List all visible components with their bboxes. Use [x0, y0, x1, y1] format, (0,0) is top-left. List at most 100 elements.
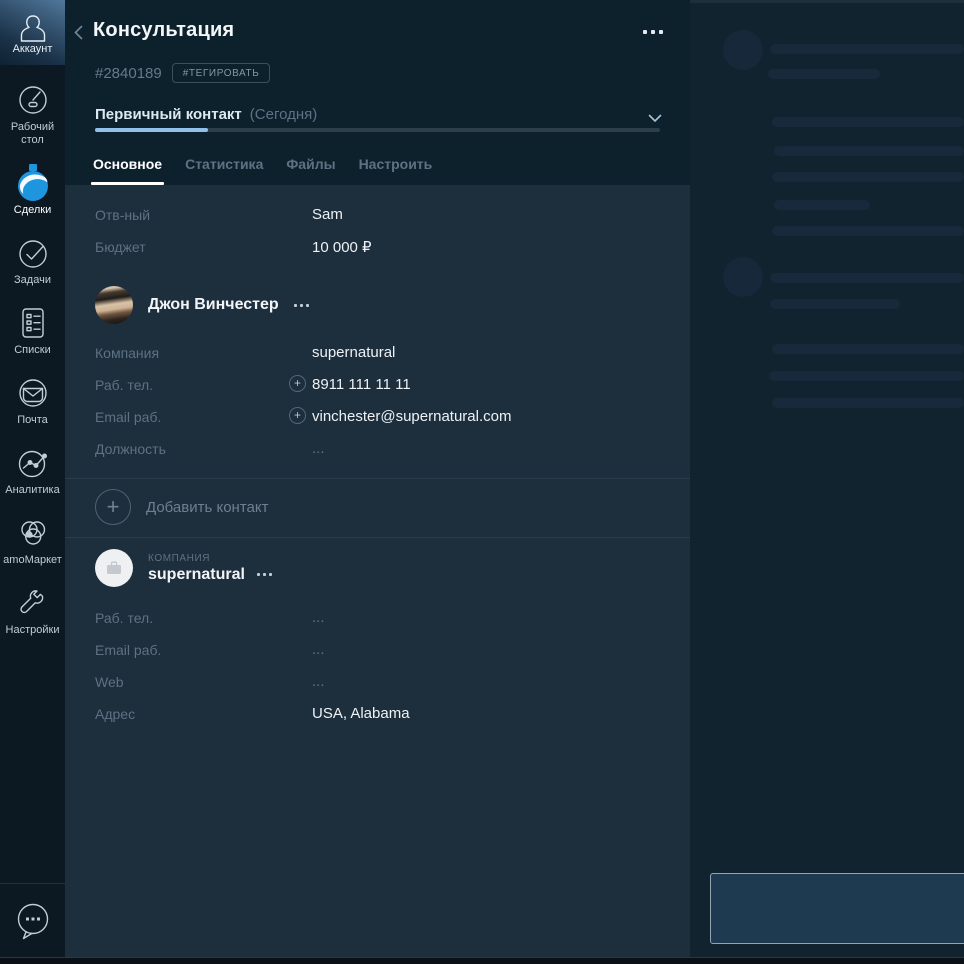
field-row[interactable]: Web ...: [95, 666, 690, 698]
deal-card-panel: Консультация #2840189 #ТЕГИРОВАТЬ Первич…: [65, 0, 690, 964]
company-avatar[interactable]: [95, 549, 133, 587]
add-email-icon[interactable]: +: [289, 407, 306, 424]
bottom-edge-bar: [0, 957, 964, 964]
stage-name: Первичный контакт: [95, 106, 242, 123]
skeleton-line: [772, 117, 964, 127]
field-label: Отв-ный: [95, 207, 151, 223]
stage-progress-fill: [95, 128, 208, 132]
sidebar-item-account[interactable]: Аккаунт: [0, 0, 65, 65]
tag-button[interactable]: #ТЕГИРОВАТЬ: [171, 63, 271, 83]
divider: [65, 537, 690, 538]
company-meta: КОМПАНИЯ supernatural: [148, 553, 272, 584]
field-label: Адрес: [95, 706, 136, 722]
field-label: Раб. тел.: [95, 610, 154, 626]
deal-id-row: #2840189 #ТЕГИРОВАТЬ: [95, 63, 271, 83]
field-row[interactable]: Email раб. ...: [95, 634, 690, 666]
analytics-icon: [15, 444, 51, 482]
field-value[interactable]: supernatural: [312, 344, 395, 361]
sidebar-item-settings[interactable]: Настройки: [0, 576, 65, 646]
field-label: Бюджет: [95, 239, 146, 255]
skeleton-line: [769, 371, 964, 381]
add-phone-icon[interactable]: +: [289, 375, 306, 392]
tab-files[interactable]: Файлы: [286, 153, 335, 184]
contact-menu-icon[interactable]: [293, 303, 309, 307]
field-value[interactable]: ...: [312, 609, 325, 626]
chevron-down-icon[interactable]: [648, 110, 662, 128]
dashboard-icon: [15, 81, 51, 119]
sidebar-item-mail[interactable]: Почта: [0, 366, 65, 436]
field-value[interactable]: USA, Alabama: [312, 705, 410, 722]
contact-name[interactable]: Джон Винчестер: [148, 296, 279, 314]
company-header[interactable]: КОМПАНИЯ supernatural: [95, 549, 272, 587]
tasks-icon: [15, 234, 51, 272]
field-value[interactable]: ...: [312, 673, 325, 690]
sidebar-item-dashboard[interactable]: Рабочий стол: [0, 73, 65, 156]
sidebar-item-analytics[interactable]: Аналитика: [0, 436, 65, 506]
skeleton-avatar: [723, 257, 763, 297]
tab-statistics[interactable]: Статистика: [185, 153, 263, 184]
field-value[interactable]: ...: [312, 641, 325, 658]
deals-icon: [15, 164, 51, 202]
field-value[interactable]: vinchester@supernatural.com: [312, 408, 511, 425]
pipeline-stage-row[interactable]: Первичный контакт (Сегодня): [95, 106, 317, 123]
skeleton-line: [772, 172, 964, 182]
field-row[interactable]: Раб. тел. ...: [95, 602, 690, 634]
skeleton-line: [774, 146, 964, 156]
sidebar-item-market[interactable]: amoМаркет: [0, 506, 65, 576]
sidebar-item-deals[interactable]: Сделки: [0, 156, 65, 226]
stage-progress-bar: [95, 128, 660, 132]
contact-header[interactable]: Джон Винчестер: [95, 286, 309, 324]
note-input[interactable]: [710, 873, 964, 944]
field-label: Компания: [95, 345, 160, 361]
plus-circle-icon: +: [95, 489, 131, 525]
briefcase-icon: [107, 561, 121, 574]
field-row[interactable]: Отв-ный Sam: [95, 199, 690, 231]
support-chat-button[interactable]: [0, 884, 65, 964]
field-row[interactable]: Бюджет 10 000 ₽: [95, 231, 690, 263]
user-silhouette-icon: [20, 14, 45, 42]
deal-tabs: Основное Статистика Файлы Настроить: [90, 153, 433, 185]
company-name[interactable]: supernatural: [148, 566, 245, 584]
field-value[interactable]: ...: [312, 440, 325, 457]
back-icon[interactable]: [74, 25, 83, 45]
tab-main[interactable]: Основное: [90, 153, 165, 185]
sidebar-item-tasks[interactable]: Задачи: [0, 226, 65, 296]
skeleton-line: [772, 226, 964, 236]
add-contact-button[interactable]: + Добавить контакт: [95, 489, 268, 525]
field-value[interactable]: 10 000 ₽: [312, 238, 372, 256]
deal-menu-icon[interactable]: [643, 30, 663, 34]
tab-setup[interactable]: Настроить: [359, 153, 433, 184]
add-contact-label: Добавить контакт: [146, 498, 269, 516]
company-type-label: КОМПАНИЯ: [148, 552, 211, 564]
skeleton-line: [768, 69, 880, 79]
field-row[interactable]: Компания supernatural: [95, 337, 690, 369]
skeleton-line: [770, 273, 964, 283]
field-value[interactable]: 8911 111 11 11: [312, 376, 411, 393]
field-value[interactable]: Sam: [312, 206, 343, 223]
field-row[interactable]: Адрес USA, Alabama: [95, 698, 690, 730]
stage-date: (Сегодня): [249, 106, 318, 123]
field-label: Email раб.: [95, 642, 162, 658]
skeleton-line: [772, 398, 964, 408]
deal-id: #2840189: [95, 64, 162, 82]
skeleton-line: [770, 299, 900, 309]
field-label: Email раб.: [95, 409, 162, 425]
settings-icon: [15, 584, 51, 622]
deal-title: Консультация: [93, 19, 235, 41]
field-label: Раб. тел.: [95, 377, 154, 393]
skeleton-line: [772, 344, 964, 354]
field-row[interactable]: Раб. тел. + 8911 111 11 11: [95, 369, 690, 401]
field-label: Web: [95, 674, 124, 690]
market-icon: [15, 514, 51, 552]
contact-avatar[interactable]: [95, 286, 133, 324]
sidebar: Аккаунт Рабочий стол Сделки Задачи Списк…: [0, 0, 65, 964]
company-menu-icon[interactable]: [256, 573, 272, 576]
skeleton-avatar: [723, 30, 763, 70]
lists-icon: [15, 304, 51, 342]
sidebar-item-lists[interactable]: Списки: [0, 296, 65, 366]
field-row[interactable]: Должность ...: [95, 433, 690, 465]
sidebar-item-label: Аккаунт: [12, 42, 53, 55]
field-row[interactable]: Email раб. + vinchester@supernatural.com: [95, 401, 690, 433]
divider: [65, 478, 690, 479]
